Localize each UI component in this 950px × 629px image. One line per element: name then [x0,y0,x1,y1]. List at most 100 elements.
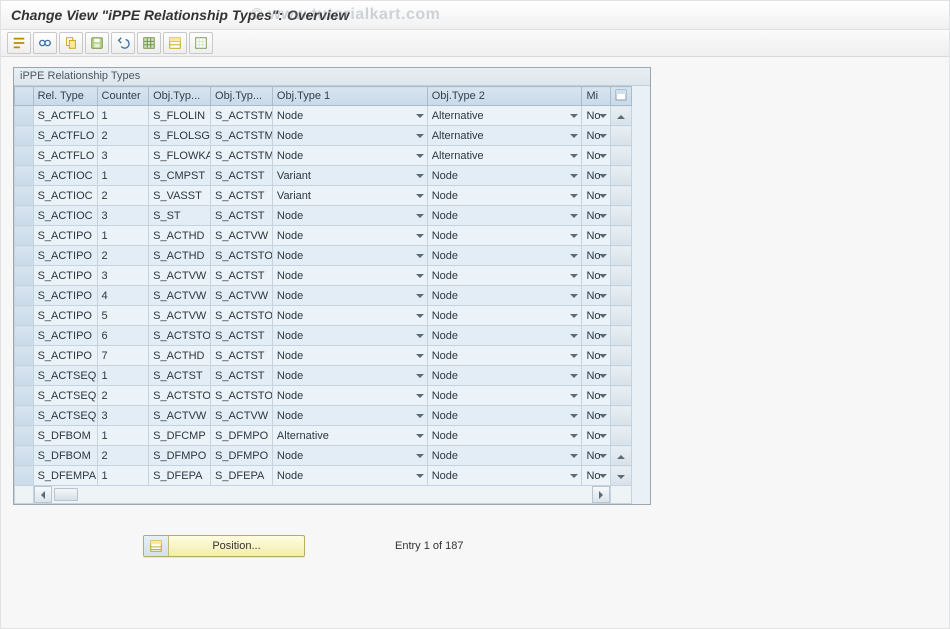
table-row[interactable]: S_ACTFLO1S_FLOLINS_ACTSTMNodeAlternative… [15,106,632,126]
table-row[interactable]: S_ACTIPO3S_ACTVWS_ACTSTNodeNodeNo [15,266,632,286]
row-selector[interactable] [15,366,34,386]
cell-objtype2-dropdown[interactable]: Node [427,186,582,206]
cell-objtype2-dropdown[interactable]: Node [427,226,582,246]
row-nav[interactable] [611,366,632,386]
cell-min-dropdown[interactable]: No [582,466,611,486]
cell-counter[interactable]: 2 [97,246,149,266]
cell-objtype2-dropdown[interactable]: Alternative [427,146,582,166]
toolbar-btn-table-settings[interactable] [163,32,187,54]
row-nav[interactable] [611,426,632,446]
cell-counter[interactable]: 3 [97,266,149,286]
col-objtype2[interactable]: Obj.Type 2 [427,87,582,106]
cell-objtype1-dropdown[interactable]: Node [272,406,427,426]
row-nav[interactable] [611,246,632,266]
table-row[interactable]: S_ACTIPO5S_ACTVWS_ACTSTONodeNodeNo [15,306,632,326]
cell-objtype2-dropdown[interactable]: Alternative [427,106,582,126]
cell-objtype2-dropdown[interactable]: Node [427,346,582,366]
row-selector[interactable] [15,286,34,306]
cell-objtyp2[interactable]: S_ACTVW [211,226,273,246]
cell-rel-type[interactable]: S_ACTSEQ [33,406,97,426]
col-objtyp2[interactable]: Obj.Typ... [211,87,273,106]
cell-objtyp1[interactable]: S_FLOWKA [149,146,211,166]
row-nav[interactable] [611,326,632,346]
row-selector-header[interactable] [15,87,34,106]
table-row[interactable]: S_DFBOM2S_DFMPOS_DFMPONodeNodeNo [15,446,632,466]
cell-objtyp1[interactable]: S_ACTSTO [149,386,211,406]
cell-min-dropdown[interactable]: No [582,246,611,266]
row-nav[interactable] [611,386,632,406]
cell-objtyp2[interactable]: S_ACTST [211,166,273,186]
row-nav[interactable] [611,306,632,326]
cell-objtyp1[interactable]: S_ACTST [149,366,211,386]
scroll-up-icon[interactable] [617,111,625,119]
cell-rel-type[interactable]: S_ACTIPO [33,226,97,246]
cell-objtyp1[interactable]: S_ACTHD [149,246,211,266]
cell-rel-type[interactable]: S_ACTIPO [33,246,97,266]
cell-min-dropdown[interactable]: No [582,406,611,426]
cell-objtyp2[interactable]: S_DFEPA [211,466,273,486]
cell-objtype1-dropdown[interactable]: Node [272,366,427,386]
table-row[interactable]: S_ACTIPO1S_ACTHDS_ACTVWNodeNodeNo [15,226,632,246]
cell-objtyp1[interactable]: S_ACTVW [149,286,211,306]
cell-rel-type[interactable]: S_ACTIPO [33,326,97,346]
row-selector[interactable] [15,246,34,266]
cell-objtyp2[interactable]: S_ACTST [211,186,273,206]
cell-objtype1-dropdown[interactable]: Node [272,106,427,126]
row-selector[interactable] [15,346,34,366]
table-row[interactable]: S_ACTSEQ1S_ACTSTS_ACTSTNodeNodeNo [15,366,632,386]
cell-objtyp2[interactable]: S_DFMPO [211,446,273,466]
cell-objtyp1[interactable]: S_DFMPO [149,446,211,466]
row-selector[interactable] [15,326,34,346]
hscroll-left-icon[interactable] [34,486,52,503]
row-nav[interactable] [611,146,632,166]
cell-counter[interactable]: 4 [97,286,149,306]
toolbar-btn-save[interactable] [85,32,109,54]
cell-objtyp2[interactable]: S_ACTST [211,266,273,286]
cell-objtyp1[interactable]: S_FLOLSG [149,126,211,146]
toolbar-btn-copy[interactable] [59,32,83,54]
cell-counter[interactable]: 2 [97,186,149,206]
cell-objtyp2[interactable]: S_ACTSTO [211,246,273,266]
cell-objtyp2[interactable]: S_ACTVW [211,286,273,306]
row-selector[interactable] [15,386,34,406]
cell-objtyp2[interactable]: S_ACTST [211,206,273,226]
col-counter[interactable]: Counter [97,87,149,106]
table-row[interactable]: S_ACTIOC3S_STS_ACTSTNodeNodeNo [15,206,632,226]
cell-objtype1-dropdown[interactable]: Node [272,326,427,346]
row-selector[interactable] [15,446,34,466]
cell-objtype1-dropdown[interactable]: Variant [272,186,427,206]
row-nav[interactable] [611,446,632,466]
cell-counter[interactable]: 1 [97,466,149,486]
cell-min-dropdown[interactable]: No [582,226,611,246]
hscroll-right-icon[interactable] [592,486,610,503]
cell-objtype1-dropdown[interactable]: Node [272,346,427,366]
col-rel-type[interactable]: Rel. Type [33,87,97,106]
cell-objtyp2[interactable]: S_DFMPO [211,426,273,446]
row-nav[interactable] [611,106,632,126]
toolbar-btn-display[interactable] [33,32,57,54]
col-objtype1[interactable]: Obj.Type 1 [272,87,427,106]
cell-objtyp2[interactable]: S_ACTST [211,326,273,346]
cell-objtype2-dropdown[interactable]: Node [427,206,582,226]
cell-counter[interactable]: 1 [97,226,149,246]
cell-objtyp2[interactable]: S_ACTST [211,346,273,366]
cell-min-dropdown[interactable]: No [582,266,611,286]
row-selector[interactable] [15,166,34,186]
cell-counter[interactable]: 7 [97,346,149,366]
row-selector[interactable] [15,186,34,206]
cell-rel-type[interactable]: S_ACTIPO [33,286,97,306]
scroll-up-small-icon[interactable] [617,451,625,459]
cell-counter[interactable]: 1 [97,166,149,186]
cell-counter[interactable]: 5 [97,306,149,326]
cell-objtype1-dropdown[interactable]: Node [272,146,427,166]
cell-objtyp1[interactable]: S_ST [149,206,211,226]
cell-min-dropdown[interactable]: No [582,286,611,306]
cell-counter[interactable]: 1 [97,426,149,446]
table-row[interactable]: S_ACTFLO3S_FLOWKAS_ACTSTMNodeAlternative… [15,146,632,166]
cell-objtyp1[interactable]: S_ACTSTO [149,326,211,346]
cell-objtyp2[interactable]: S_ACTSTO [211,306,273,326]
cell-objtype2-dropdown[interactable]: Node [427,366,582,386]
cell-objtyp1[interactable]: S_ACTVW [149,406,211,426]
cell-min-dropdown[interactable]: No [582,446,611,466]
cell-objtype1-dropdown[interactable]: Variant [272,166,427,186]
